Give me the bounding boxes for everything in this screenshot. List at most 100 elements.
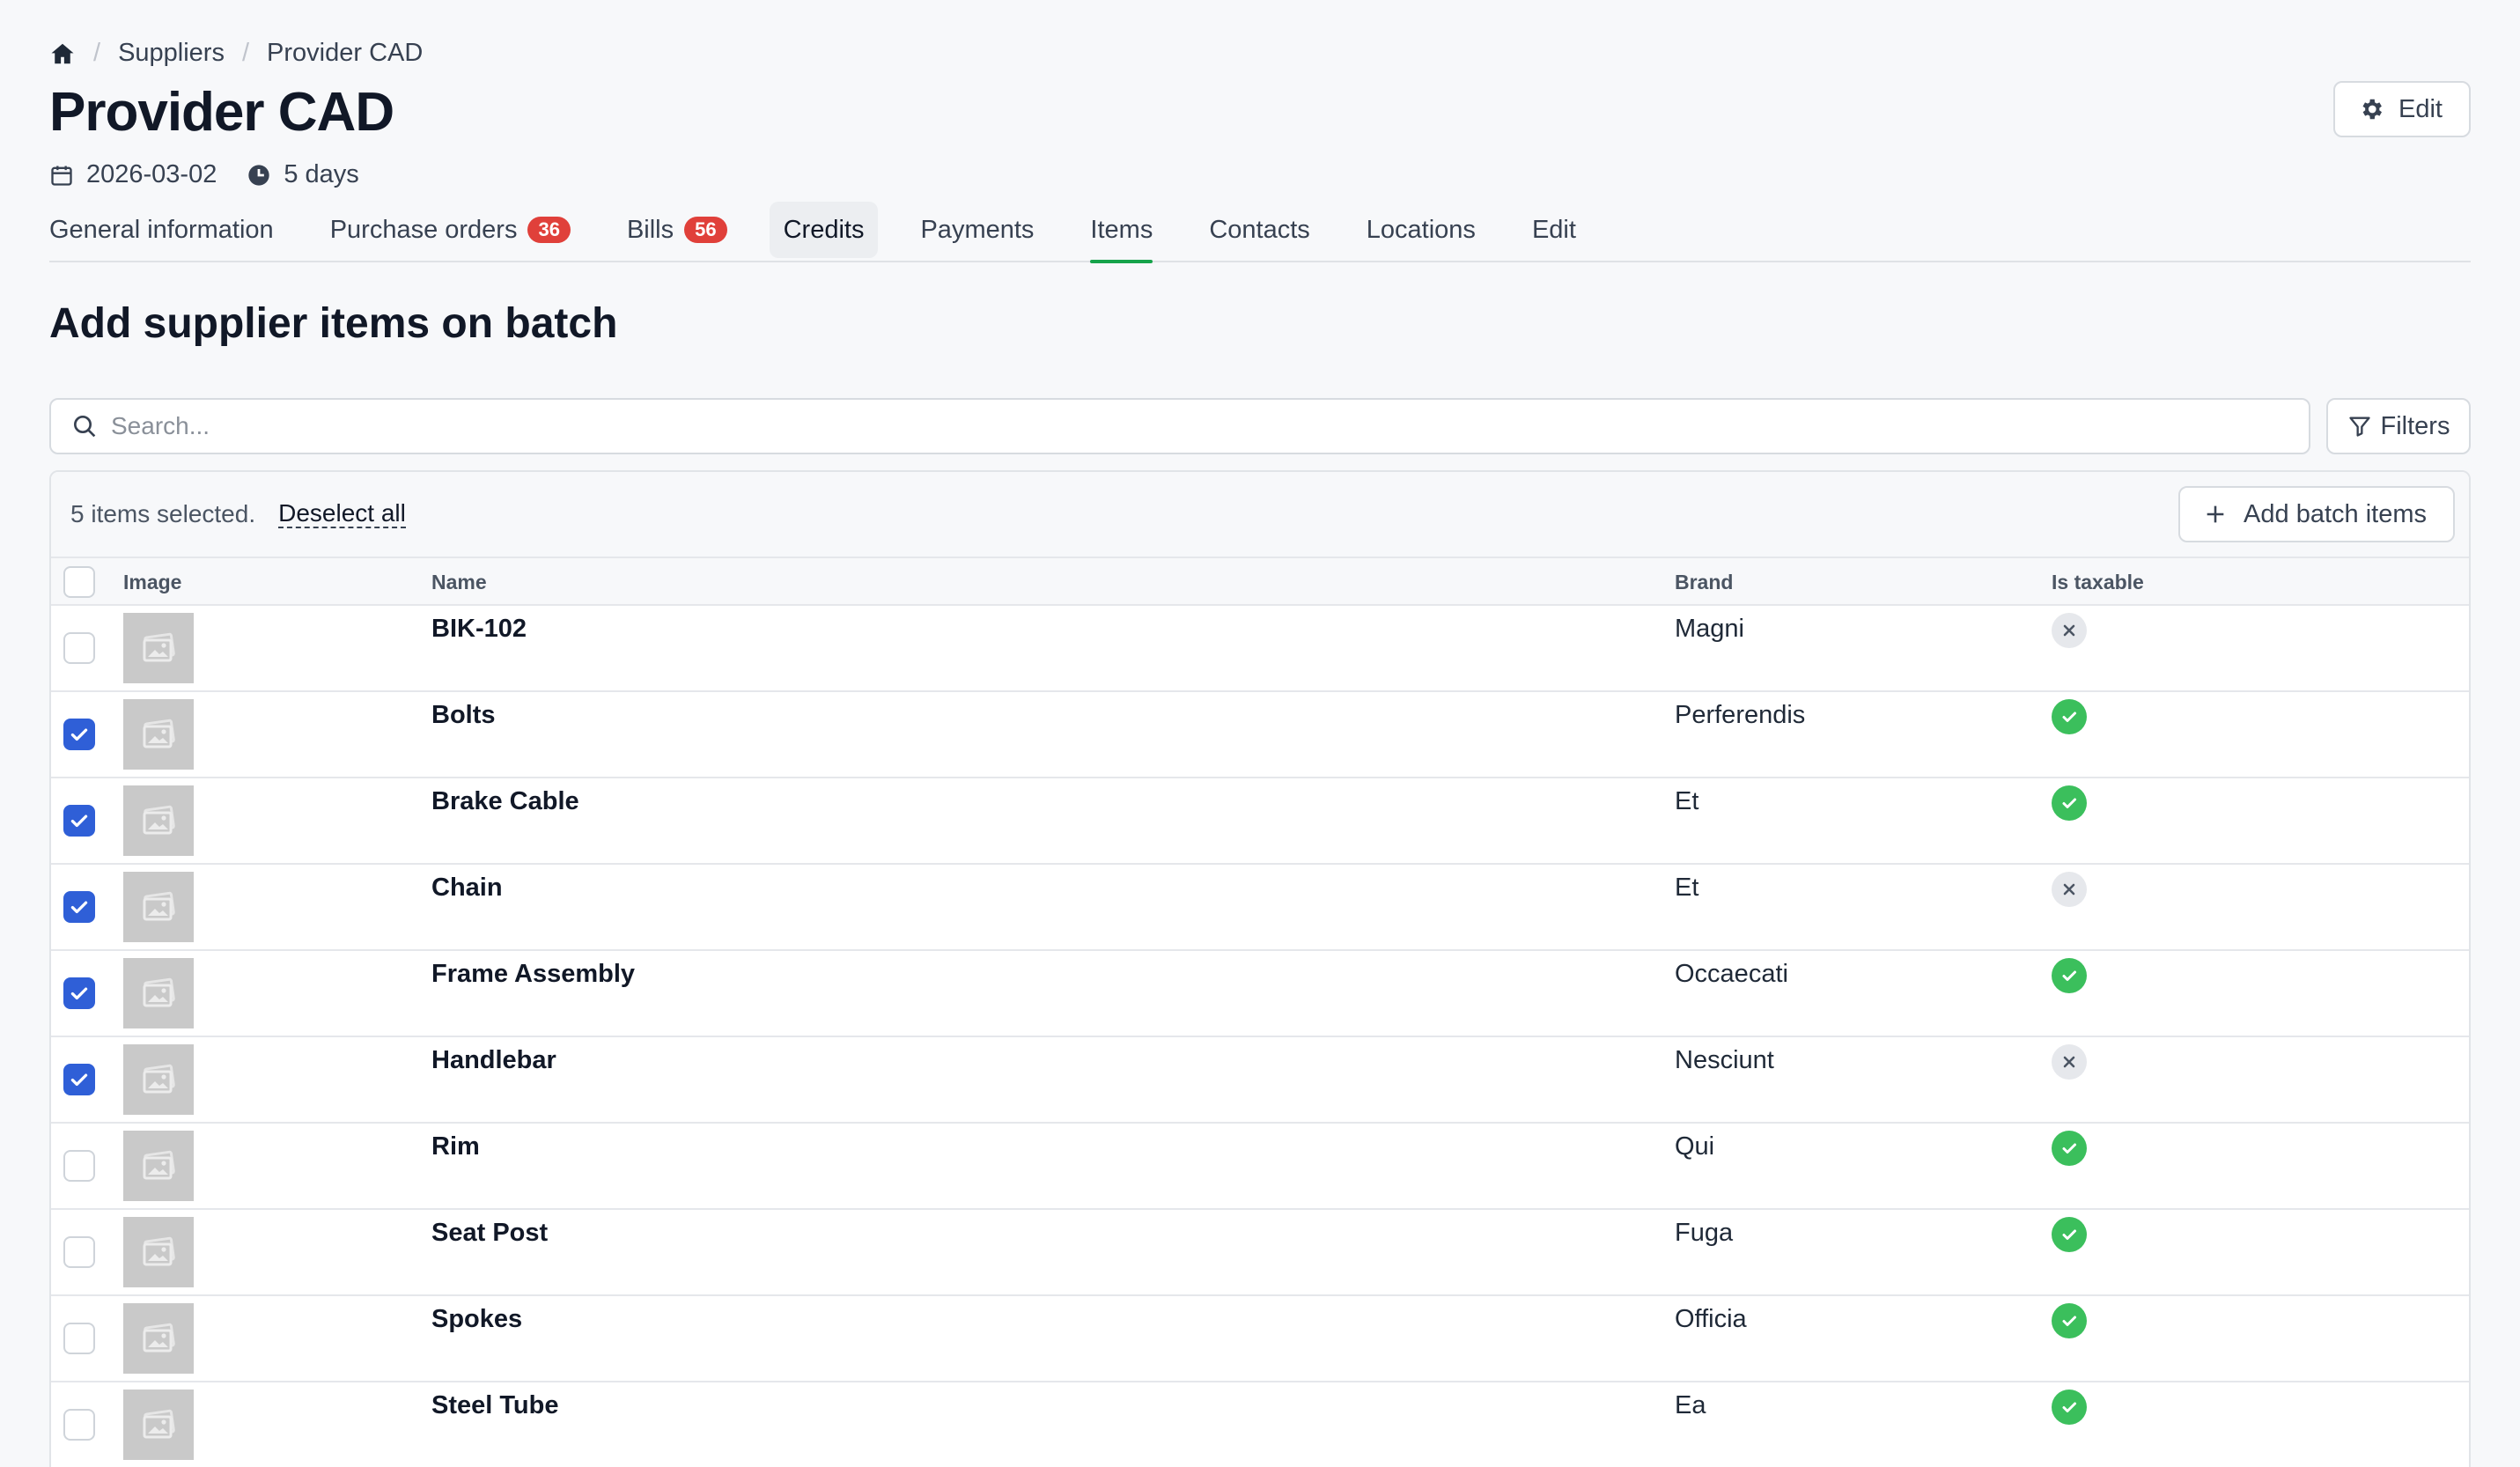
deselect-all-link[interactable]: Deselect all <box>278 500 406 528</box>
item-brand: Et <box>1675 787 1699 815</box>
item-image-cell <box>123 1131 194 1201</box>
plus-icon <box>2203 502 2228 527</box>
column-header-taxable[interactable]: Is taxable <box>2052 558 2144 606</box>
taxable-cell <box>2052 1131 2087 1166</box>
image-placeholder-icon <box>123 785 194 856</box>
tab-contacts[interactable]: Contacts <box>1209 202 1309 258</box>
image-placeholder-icon <box>123 1390 194 1460</box>
tab-bills[interactable]: Bills 56 <box>627 202 727 258</box>
row-checkbox[interactable] <box>63 719 95 750</box>
taxable-cell <box>2052 613 2087 648</box>
taxable-cell <box>2052 1217 2087 1252</box>
select-all-checkbox[interactable] <box>63 566 95 598</box>
image-placeholder-icon <box>123 1131 194 1201</box>
row-select-cell <box>63 977 95 1009</box>
tab-payments[interactable]: Payments <box>920 202 1034 258</box>
item-name[interactable]: Brake Cable <box>431 787 579 816</box>
item-name[interactable]: Spokes <box>431 1305 522 1334</box>
breadcrumb-separator: / <box>93 39 101 67</box>
row-checkbox[interactable] <box>63 1409 95 1441</box>
row-checkbox[interactable] <box>63 891 95 923</box>
item-brand: Magni <box>1675 615 1744 643</box>
tab-label: Credits <box>783 215 865 244</box>
column-header-brand[interactable]: Brand <box>1675 558 1733 606</box>
row-select-cell <box>63 1064 95 1095</box>
row-checkbox[interactable] <box>63 977 95 1009</box>
home-icon[interactable] <box>49 41 76 67</box>
item-image-cell <box>123 958 194 1028</box>
item-image-cell <box>123 699 194 770</box>
row-checkbox[interactable] <box>63 805 95 837</box>
table-row[interactable]: Spokes Officia <box>51 1296 2469 1382</box>
edit-button[interactable]: Edit <box>2333 81 2471 137</box>
item-image-cell <box>123 1390 194 1460</box>
count-badge: 56 <box>684 217 727 243</box>
tab-locations[interactable]: Locations <box>1367 202 1476 258</box>
image-placeholder-icon <box>123 1303 194 1374</box>
item-brand: Ea <box>1675 1391 1706 1419</box>
table-row[interactable]: Seat Post Fuga <box>51 1210 2469 1296</box>
tab-edit[interactable]: Edit <box>1532 202 1576 258</box>
item-name[interactable]: Rim <box>431 1132 480 1161</box>
filters-button-label: Filters <box>2380 411 2450 440</box>
image-placeholder-icon <box>123 1044 194 1115</box>
item-image-cell <box>123 872 194 942</box>
table-body: BIK-102 Magni Bolts Perferendis Brake Cable E… <box>51 606 2469 1467</box>
image-placeholder-icon <box>123 958 194 1028</box>
table-row[interactable]: Steel Tube Ea <box>51 1382 2469 1467</box>
check-icon <box>68 723 91 746</box>
tab-credits[interactable]: Credits <box>769 202 879 258</box>
item-name[interactable]: Handlebar <box>431 1046 556 1075</box>
row-checkbox[interactable] <box>63 1150 95 1182</box>
check-icon <box>68 896 91 918</box>
tab-items[interactable]: Items <box>1090 202 1153 263</box>
add-batch-items-button[interactable]: Add batch items <box>2178 486 2455 542</box>
duration-text: 5 days <box>284 160 359 188</box>
row-checkbox[interactable] <box>63 1236 95 1268</box>
table-row[interactable]: Chain Et <box>51 865 2469 951</box>
item-name[interactable]: Seat Post <box>431 1219 548 1248</box>
column-header-name[interactable]: Name <box>431 558 487 606</box>
tab-label: Purchase orders <box>329 215 518 244</box>
item-image-cell <box>123 785 194 856</box>
item-name[interactable]: BIK-102 <box>431 615 527 644</box>
tab-label: Edit <box>1531 215 1576 244</box>
breadcrumb-suppliers[interactable]: Suppliers <box>118 39 225 68</box>
row-checkbox[interactable] <box>63 1323 95 1354</box>
table-row[interactable]: Handlebar Nesciunt <box>51 1037 2469 1124</box>
item-image-cell <box>123 613 194 683</box>
search-icon <box>70 412 99 440</box>
page-title: Provider CAD <box>49 82 394 143</box>
select-all-cell <box>63 558 95 606</box>
table-row[interactable]: Bolts Perferendis <box>51 692 2469 778</box>
row-checkbox[interactable] <box>63 1064 95 1095</box>
taxable-yes-icon <box>2052 1390 2087 1425</box>
page-meta: 2026-03-02 5 days <box>49 160 389 189</box>
table-row[interactable]: Rim Qui <box>51 1124 2469 1210</box>
tab-purchase-orders[interactable]: Purchase orders 36 <box>330 202 571 258</box>
table-row[interactable]: Brake Cable Et <box>51 778 2469 865</box>
row-select-cell <box>63 805 95 837</box>
table-row[interactable]: Frame Assembly Occaecati <box>51 951 2469 1037</box>
search-input[interactable] <box>111 412 2224 440</box>
item-name[interactable]: Bolts <box>431 701 496 730</box>
row-select-cell <box>63 1323 95 1354</box>
filters-button[interactable]: Filters <box>2326 398 2471 454</box>
taxable-yes-icon <box>2052 1131 2087 1166</box>
column-header-image[interactable]: Image <box>123 558 181 606</box>
search-box[interactable] <box>49 398 2310 454</box>
taxable-cell <box>2052 785 2087 821</box>
item-name[interactable]: Steel Tube <box>431 1391 559 1420</box>
item-name[interactable]: Chain <box>431 874 503 903</box>
selection-bar: 5 items selected. Deselect all Add batch… <box>51 472 2469 558</box>
image-placeholder-icon <box>123 613 194 683</box>
table-row[interactable]: BIK-102 Magni <box>51 606 2469 692</box>
edit-button-label: Edit <box>2398 94 2443 123</box>
taxable-yes-icon <box>2052 785 2087 821</box>
tab-general-information[interactable]: General information <box>49 202 274 258</box>
taxable-cell <box>2052 1390 2087 1425</box>
row-checkbox[interactable] <box>63 632 95 664</box>
item-name[interactable]: Frame Assembly <box>431 960 635 989</box>
item-image-cell <box>123 1303 194 1374</box>
taxable-yes-icon <box>2052 958 2087 993</box>
